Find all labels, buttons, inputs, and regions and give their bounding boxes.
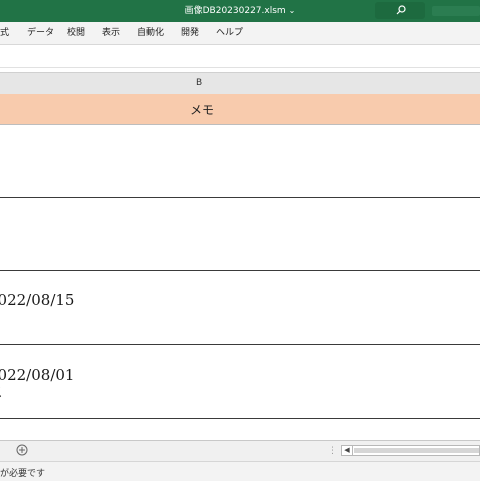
search-box[interactable]	[375, 2, 425, 19]
table-row[interactable]	[0, 125, 480, 198]
scroll-thumb[interactable]	[354, 448, 479, 453]
memo-text: メ	[0, 384, 3, 402]
tab-help[interactable]: ヘルプ	[216, 27, 243, 39]
horizontal-scrollbar[interactable]: ◀	[341, 445, 480, 456]
memo-header-cell[interactable]: メモ	[0, 94, 480, 125]
memo-date: 2022/08/01	[0, 366, 75, 384]
splitter-handle[interactable]: ⋮	[328, 446, 337, 456]
tab-formulas[interactable]: 式	[0, 27, 9, 39]
column-header-row: B	[0, 72, 480, 95]
title-bar: 画像DB20230227.xlsm ⌄	[0, 0, 480, 22]
workbook-name: 画像DB20230227.xlsm	[184, 6, 286, 16]
tab-review[interactable]: 校閲	[67, 27, 85, 39]
ribbon-tabs: 式 データ 校閲 表示 自動化 開発 ヘルプ	[0, 22, 480, 45]
tab-developer[interactable]: 開発	[181, 27, 199, 39]
table-row[interactable]: 2022/08/15 X	[0, 271, 480, 345]
chevron-down-icon[interactable]: ⌄	[289, 5, 296, 17]
tab-view[interactable]: 表示	[102, 27, 120, 39]
plus-circle-icon[interactable]	[16, 444, 28, 456]
account-area[interactable]	[432, 6, 480, 16]
column-header-b[interactable]: B	[196, 78, 202, 88]
status-message: が必要です	[0, 469, 46, 479]
table-row[interactable]	[0, 198, 480, 271]
tab-automate[interactable]: 自動化	[137, 27, 164, 39]
memo-date: 2022/08/15	[0, 291, 75, 309]
tab-data[interactable]: データ	[27, 27, 54, 39]
table-row[interactable]: 2022/08/01 メ	[0, 345, 480, 419]
status-bar: が必要です	[0, 461, 480, 481]
table-row[interactable]	[0, 419, 480, 439]
formula-bar[interactable]	[0, 45, 480, 68]
scroll-left-icon[interactable]: ◀	[342, 446, 353, 455]
memo-header-label: メモ	[190, 103, 215, 117]
search-icon	[396, 5, 406, 15]
sheet-tab-bar: ⋮ ◀	[0, 440, 480, 461]
